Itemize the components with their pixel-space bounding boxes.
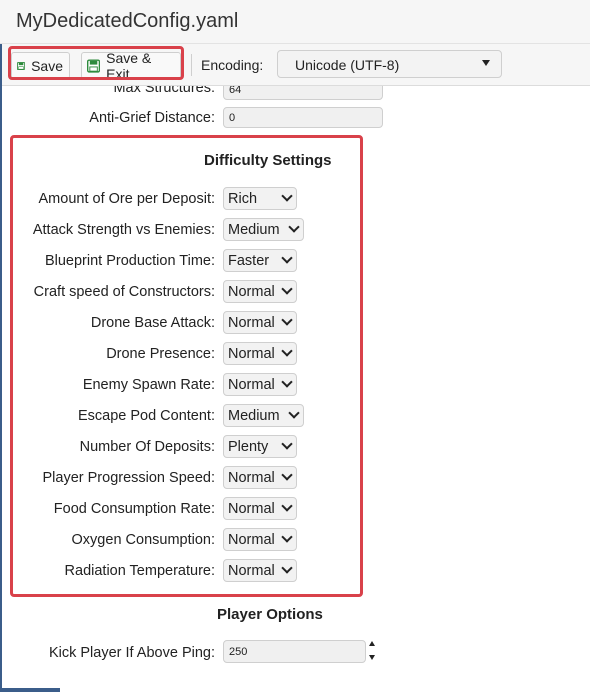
difficulty-label: Amount of Ore per Deposit: bbox=[38, 191, 216, 207]
player-options-title: Player Options bbox=[217, 606, 323, 623]
difficulty-label: Drone Base Attack: bbox=[90, 315, 215, 331]
drone-base-attack-select[interactable]: Normal bbox=[223, 311, 297, 334]
ore-per-deposit-select[interactable]: Rich bbox=[223, 187, 297, 210]
difficulty-label: Enemy Spawn Rate: bbox=[82, 377, 215, 393]
drone-presence-select[interactable]: Normal bbox=[223, 342, 297, 365]
save-icon bbox=[17, 61, 26, 70]
drone-base-attack-value: Normal bbox=[228, 315, 275, 331]
kick-ping-spinner[interactable] bbox=[369, 639, 378, 665]
chevron-down-icon bbox=[281, 531, 293, 543]
max-structures-input[interactable]: 64 bbox=[223, 86, 383, 100]
drone-presence-value: Normal bbox=[228, 346, 275, 362]
food-consumption-rate-value: Normal bbox=[228, 501, 275, 517]
enemy-spawn-rate-select[interactable]: Normal bbox=[223, 373, 297, 396]
difficulty-label: Food Consumption Rate: bbox=[53, 501, 215, 517]
attack-strength-value: Medium bbox=[228, 222, 280, 238]
encoding-value: Unicode (UTF-8) bbox=[295, 57, 400, 73]
save-icon bbox=[87, 58, 101, 73]
chevron-down-icon bbox=[281, 438, 293, 450]
chevron-down-icon bbox=[281, 283, 293, 295]
number-of-deposits-value: Plenty bbox=[228, 439, 269, 455]
frame-edge bbox=[0, 44, 2, 692]
chevron-down-icon bbox=[288, 221, 300, 233]
chevron-down-icon bbox=[281, 469, 293, 481]
frame-edge-bottom bbox=[0, 688, 60, 692]
ore-per-deposit-value: Rich bbox=[228, 191, 258, 207]
chevron-down-icon bbox=[281, 190, 293, 202]
difficulty-label: Player Progression Speed: bbox=[42, 470, 216, 486]
save-exit-button[interactable]: Save & Exit bbox=[81, 49, 181, 82]
escape-pod-content-select[interactable]: Medium bbox=[223, 404, 304, 427]
chevron-down-icon bbox=[281, 376, 293, 388]
anti-grief-distance-input[interactable]: 0 bbox=[223, 107, 383, 128]
difficulty-label: Radiation Temperature: bbox=[64, 563, 215, 579]
chevron-down-icon bbox=[281, 314, 293, 326]
difficulty-label: Number Of Deposits: bbox=[79, 439, 215, 455]
difficulty-label: Oxygen Consumption: bbox=[71, 532, 215, 548]
spinner-up-icon[interactable] bbox=[369, 641, 375, 646]
player-progression-speed-value: Normal bbox=[228, 470, 275, 486]
caret-down-icon bbox=[482, 60, 490, 66]
blueprint-production-time-select[interactable]: Faster bbox=[223, 249, 297, 272]
number-of-deposits-select[interactable]: Plenty bbox=[223, 435, 297, 458]
craft-speed-value: Normal bbox=[228, 284, 275, 300]
escape-pod-content-value: Medium bbox=[228, 408, 280, 424]
kick-ping-label: Kick Player If Above Ping: bbox=[48, 645, 215, 661]
oxygen-consumption-value: Normal bbox=[228, 532, 275, 548]
blueprint-production-time-value: Faster bbox=[228, 253, 270, 269]
oxygen-consumption-select[interactable]: Normal bbox=[223, 528, 297, 551]
encoding-label: Encoding: bbox=[201, 57, 264, 73]
radiation-temperature-select[interactable]: Normal bbox=[223, 559, 297, 582]
difficulty-label: Escape Pod Content: bbox=[77, 408, 215, 424]
chevron-down-icon bbox=[281, 562, 293, 574]
encoding-select[interactable]: Unicode (UTF-8) bbox=[277, 50, 502, 78]
save-exit-button-label: Save & Exit bbox=[106, 49, 152, 82]
difficulty-label: Blueprint Production Time: bbox=[44, 253, 215, 269]
partial-row-max-structures: Max Structures: 64 bbox=[0, 86, 590, 100]
toolbar-divider bbox=[191, 54, 192, 76]
food-consumption-rate-select[interactable]: Normal bbox=[223, 497, 297, 520]
field-label: Max Structures: bbox=[113, 86, 215, 96]
difficulty-settings-title: Difficulty Settings bbox=[204, 152, 332, 169]
anti-grief-distance-value: 0 bbox=[229, 112, 236, 124]
player-progression-speed-select[interactable]: Normal bbox=[223, 466, 297, 489]
difficulty-label: Craft speed of Constructors: bbox=[33, 284, 215, 300]
enemy-spawn-rate-value: Normal bbox=[228, 377, 275, 393]
window-title: MyDedicatedConfig.yaml bbox=[16, 10, 239, 32]
attack-strength-select[interactable]: Medium bbox=[223, 218, 304, 241]
save-button-label: Save bbox=[31, 57, 63, 74]
difficulty-label: Drone Presence: bbox=[106, 346, 215, 362]
spinner-down-icon[interactable] bbox=[369, 655, 375, 660]
max-structures-value: 64 bbox=[229, 86, 242, 96]
difficulty-label: Attack Strength vs Enemies: bbox=[32, 222, 215, 238]
radiation-temperature-value: Normal bbox=[228, 563, 275, 579]
craft-speed-select[interactable]: Normal bbox=[223, 280, 297, 303]
field-label: Anti-Grief Distance: bbox=[89, 110, 215, 126]
chevron-down-icon bbox=[281, 500, 293, 512]
title-bar: MyDedicatedConfig.yaml bbox=[0, 0, 590, 44]
kick-ping-input[interactable]: 250 bbox=[223, 640, 366, 663]
kick-ping-value: 250 bbox=[229, 646, 248, 658]
chevron-down-icon bbox=[281, 252, 293, 264]
save-button[interactable]: Save bbox=[11, 52, 70, 79]
chevron-down-icon bbox=[281, 345, 293, 357]
chevron-down-icon bbox=[288, 407, 300, 419]
